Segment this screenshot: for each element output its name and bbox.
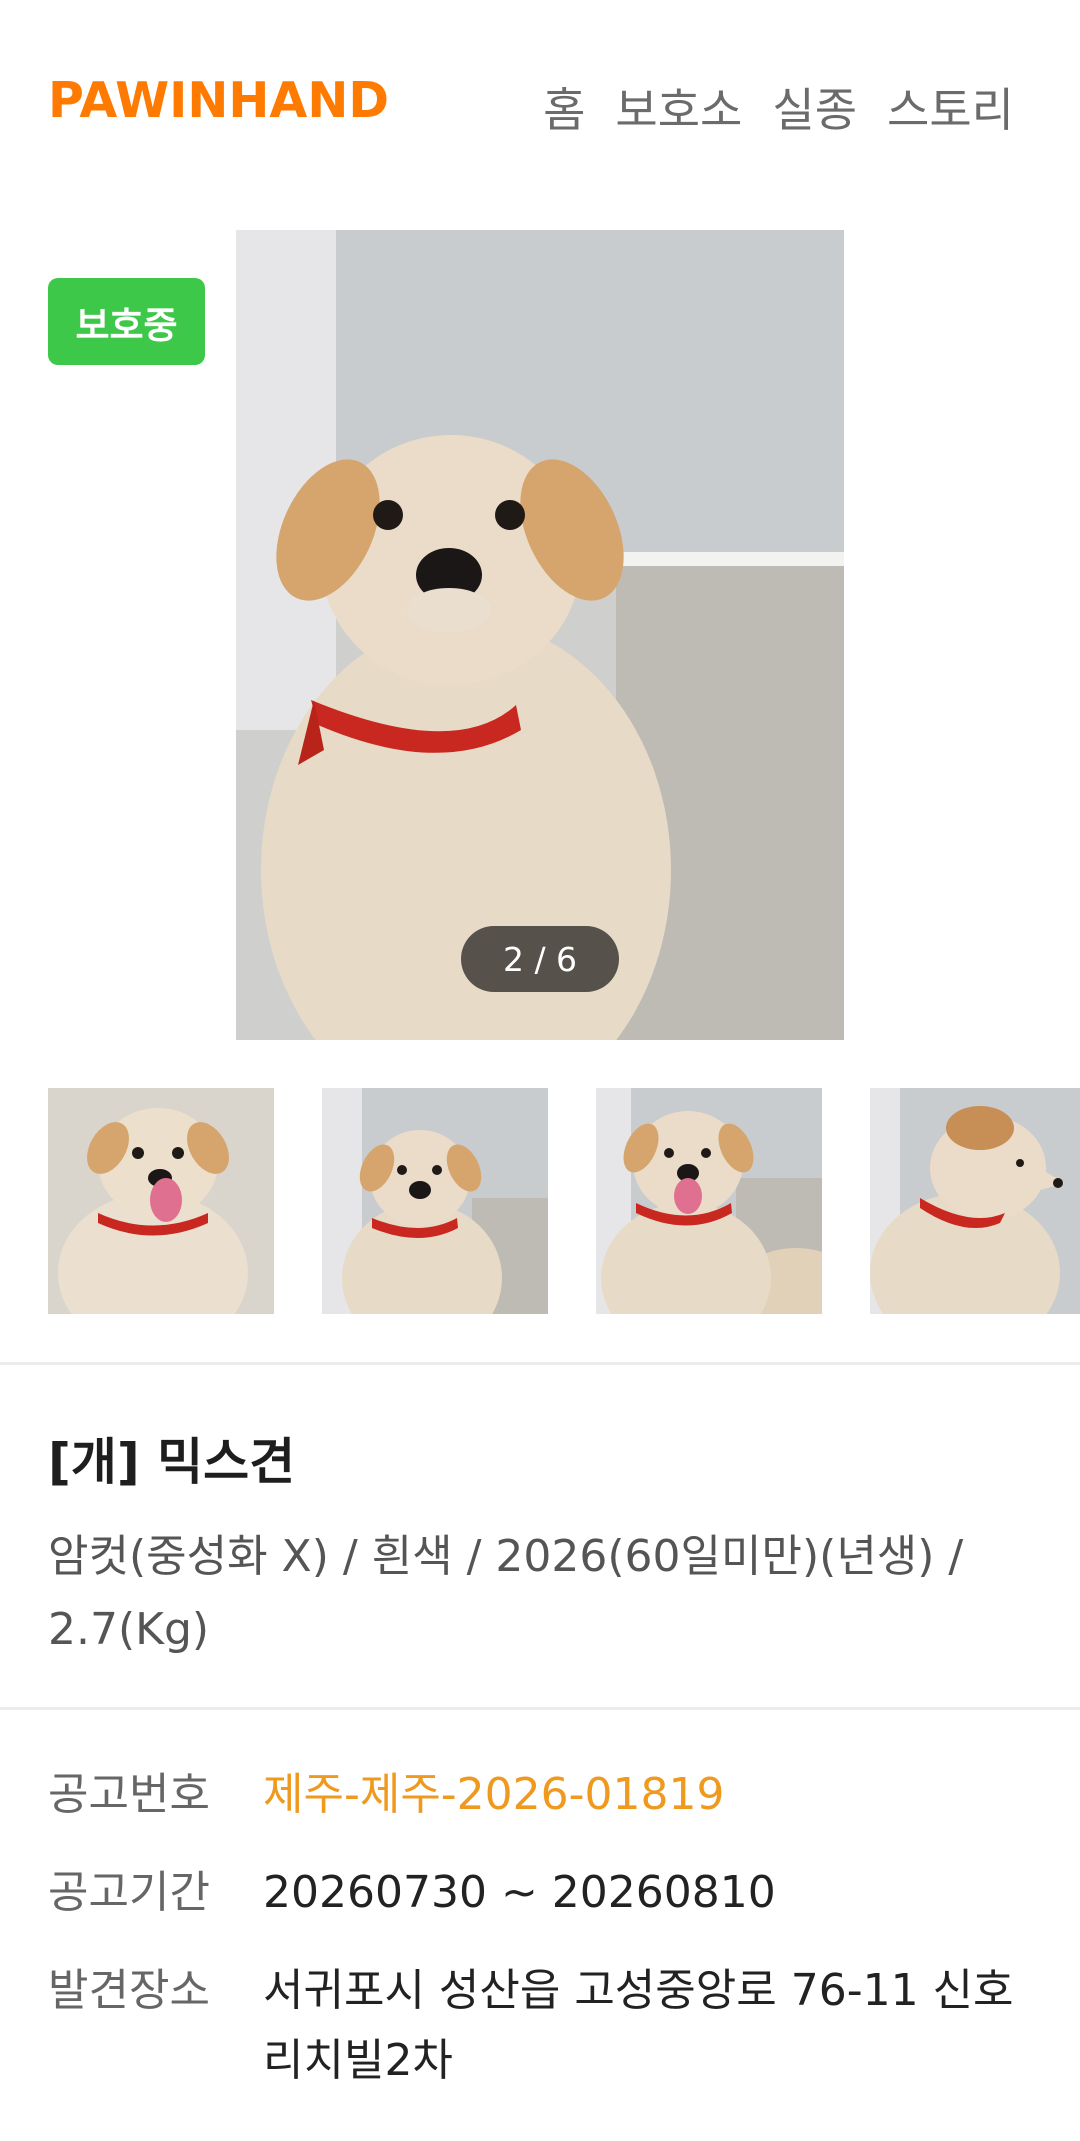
info-row-notice-no: 공고번호 제주-제주-2026-01819 <box>48 1760 1048 1830</box>
thumbnail-2[interactable] <box>322 1088 548 1314</box>
thumbnail-3[interactable] <box>596 1088 822 1314</box>
nav-shelter[interactable]: 보호소 <box>615 74 742 140</box>
image-counter: 2 / 6 <box>461 926 619 992</box>
notice-no-value: 제주-제주-2026-01819 <box>263 1769 725 1820</box>
puppy-thumbnail <box>596 1088 822 1314</box>
nav-story[interactable]: 스토리 <box>887 74 1014 140</box>
main-nav: 홈 보호소 실종 스토리 <box>543 74 1014 140</box>
period-label: 공고기간 <box>48 1867 210 1918</box>
puppy-photo <box>236 230 844 1040</box>
animal-description: 암컷(중성화 X) / 흰색 / 2026(60일미만)(년생) / 2.7(K… <box>48 1531 964 1655</box>
puppy-thumbnail <box>48 1088 274 1314</box>
status-badge: 보호중 <box>48 278 205 365</box>
nav-home[interactable]: 홈 <box>543 74 585 140</box>
thumbnail-1[interactable] <box>48 1088 274 1314</box>
logo[interactable]: PAWINHAND <box>48 72 389 129</box>
place-label: 발견장소 <box>48 1965 210 2016</box>
period-value: 20260730 ~ 20260810 <box>263 1867 776 1918</box>
main-photo[interactable] <box>236 230 844 1040</box>
info-row-place: 발견장소 서귀포시 성산읍 고성중앙로 76-11 신호리치빌2차 <box>48 1956 1048 2096</box>
place-value: 서귀포시 성산읍 고성중앙로 76-11 신호리치빌2차 <box>263 1965 1014 2086</box>
header: PAWINHAND 홈 보호소 실종 스토리 <box>0 0 1080 205</box>
puppy-thumbnail <box>870 1088 1080 1314</box>
info-row-period: 공고기간 20260730 ~ 20260810 <box>48 1858 1048 1928</box>
notice-info: 공고번호 제주-제주-2026-01819 공고기간 20260730 ~ 20… <box>48 1760 1048 2124</box>
notice-no-label: 공고번호 <box>48 1769 210 1820</box>
thumbnail-4[interactable] <box>870 1088 1080 1314</box>
nav-missing[interactable]: 실종 <box>772 74 857 140</box>
puppy-thumbnail <box>322 1088 548 1314</box>
section-divider <box>0 1362 1080 1365</box>
animal-title: [개] 믹스견 <box>48 1433 296 1491</box>
thumbnail-strip[interactable] <box>48 1088 1080 1314</box>
section-divider <box>0 1707 1080 1710</box>
